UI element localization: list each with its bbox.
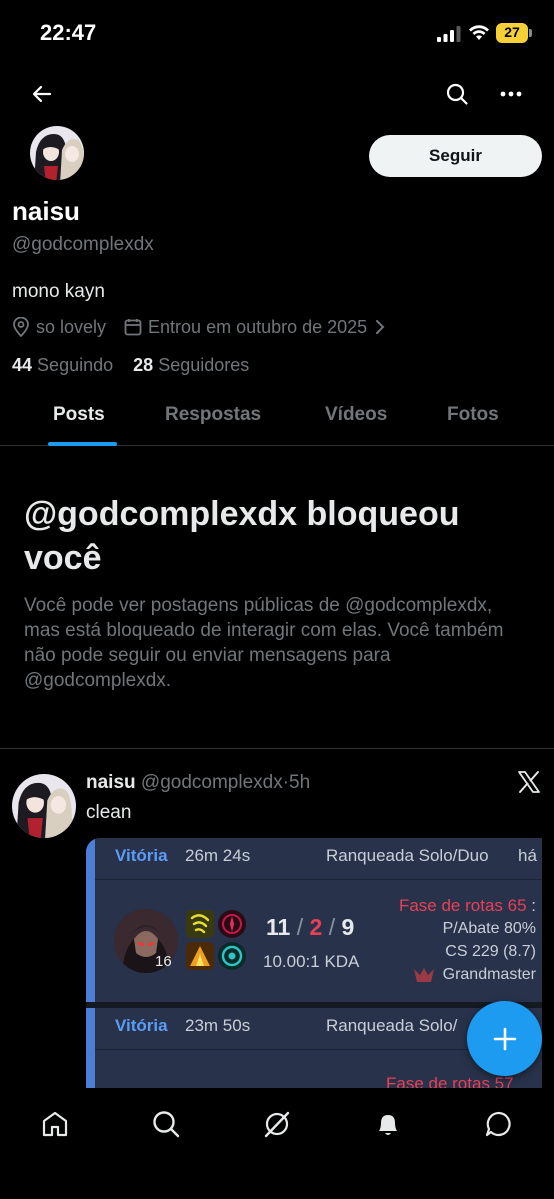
champion-level: 16 <box>155 953 172 970</box>
match-result: Vitória <box>115 1016 168 1035</box>
x-logo-icon <box>518 771 540 793</box>
search-icon <box>446 83 468 105</box>
kda-ratio: 10.00:1 KDA <box>263 952 360 971</box>
kill-participation: P/Abate 80% <box>442 920 536 937</box>
followers-count: 28 <box>133 355 154 375</box>
followers-link[interactable]: 28 Seguidores <box>133 355 249 375</box>
follow-stats: 44 Seguindo 28 Seguidores <box>12 355 249 376</box>
more-horizontal-icon <box>500 91 522 97</box>
chevron-right-icon[interactable] <box>375 319 385 335</box>
match-duration: 23m 50s <box>185 1016 251 1035</box>
match-duration: 26m 24s <box>185 846 251 865</box>
nav-notifications[interactable] <box>366 1102 410 1146</box>
status-bar: 22:47 27 <box>0 0 554 66</box>
post-author-name[interactable]: naisu <box>86 772 136 793</box>
bottom-nav <box>0 1088 554 1199</box>
rank-tier: Grandmaster <box>442 966 536 983</box>
spell-icon <box>186 910 214 938</box>
bell-icon <box>379 1115 397 1135</box>
arrow-left-icon <box>32 85 52 103</box>
followers-label: Seguidores <box>158 355 250 375</box>
following-count: 44 <box>12 355 33 375</box>
profile-avatar[interactable] <box>28 124 86 182</box>
rune-icon <box>218 910 246 938</box>
rank-emblem-icon <box>413 968 434 982</box>
divider <box>0 748 554 749</box>
rank: Grandmaster <box>413 966 536 984</box>
kills: 11 <box>266 914 291 940</box>
assists: 9 <box>341 914 355 940</box>
calendar-icon <box>124 318 142 336</box>
tab-posts[interactable]: Posts <box>53 404 105 426</box>
location-icon <box>12 317 30 337</box>
follow-button[interactable]: Seguir <box>369 135 542 177</box>
creep-score: CS 229 (8.7) <box>445 943 536 960</box>
lane-phase: Fase de rotas 65 : <box>398 896 536 915</box>
profile-handle: @godcomplexdx <box>12 234 154 255</box>
post-text: clean <box>86 802 132 823</box>
tab-replies[interactable]: Respostas <box>165 404 261 426</box>
win-indicator <box>86 1008 95 1088</box>
nav-home[interactable] <box>33 1102 77 1146</box>
profile-name: naisu <box>12 196 80 226</box>
rune-icon <box>218 942 246 970</box>
back-button[interactable] <box>22 74 62 114</box>
profile-joined[interactable]: Entrou em outubro de 2025 <box>148 317 367 338</box>
post-header: naisu @godcomplexdx·5h <box>86 772 310 794</box>
profile-bio: mono kayn <box>12 281 105 302</box>
cellular-signal-icon <box>437 26 461 42</box>
kda-score: 11 / 2 / 9 <box>266 914 355 940</box>
following-link[interactable]: 44 Seguindo <box>12 355 113 375</box>
match-ago: há <box>518 846 537 865</box>
win-indicator <box>86 838 95 1002</box>
active-tab-indicator <box>48 442 117 446</box>
status-time: 22:47 <box>40 20 97 45</box>
compose-button[interactable] <box>467 1001 542 1076</box>
battery-icon: 27 <box>496 23 532 43</box>
post-time: 5h <box>289 772 311 793</box>
tab-photos[interactable]: Fotos <box>447 404 499 426</box>
lane-phase: Fase de rotas 57 <box>386 1074 514 1088</box>
match-result: Vitória <box>115 846 168 865</box>
search-icon <box>153 1111 180 1138</box>
tab-videos[interactable]: Vídeos <box>325 404 387 426</box>
match-queue: Ranqueada Solo/ <box>326 1016 458 1035</box>
more-options-button[interactable] <box>491 74 531 114</box>
profile-meta: so lovely Entrou em outubro de 2025 <box>12 315 391 339</box>
blocked-title: @godcomplexdx bloqueou você <box>24 495 460 577</box>
lane-phase-value: Fase de rotas 65 <box>398 896 527 915</box>
wifi-icon <box>469 25 489 40</box>
post-avatar[interactable] <box>12 774 76 838</box>
nav-messages[interactable] <box>477 1102 521 1146</box>
blocked-description: Você pode ver postagens públicas de @god… <box>24 595 504 691</box>
search-button[interactable] <box>437 74 477 114</box>
nav-grok[interactable] <box>255 1102 299 1146</box>
profile-location: so lovely <box>36 316 107 337</box>
following-label: Seguindo <box>37 355 114 375</box>
match-row: Vitória 26m 24s Ranqueada Solo/Duo há 16 <box>86 838 542 1002</box>
post-author-handle[interactable]: @godcomplexdx <box>141 772 283 793</box>
match-body: 16 11 / 2 / 9 10.00:1 KDA Fase de rotas … <box>95 880 542 1002</box>
deaths: 2 <box>309 914 323 940</box>
match-header: Vitória 26m 24s Ranqueada Solo/Duo há <box>95 838 542 880</box>
grok-icon <box>264 1111 290 1138</box>
spell-icon <box>186 942 214 970</box>
plus-icon <box>493 1027 516 1050</box>
nav-explore[interactable] <box>144 1102 188 1146</box>
profile-tabs: Posts Respostas Vídeos Fotos <box>0 386 554 446</box>
home-icon <box>42 1111 68 1137</box>
message-icon <box>485 1111 511 1137</box>
match-queue: Ranqueada Solo/Duo <box>326 846 489 865</box>
battery-level: 27 <box>504 24 520 40</box>
